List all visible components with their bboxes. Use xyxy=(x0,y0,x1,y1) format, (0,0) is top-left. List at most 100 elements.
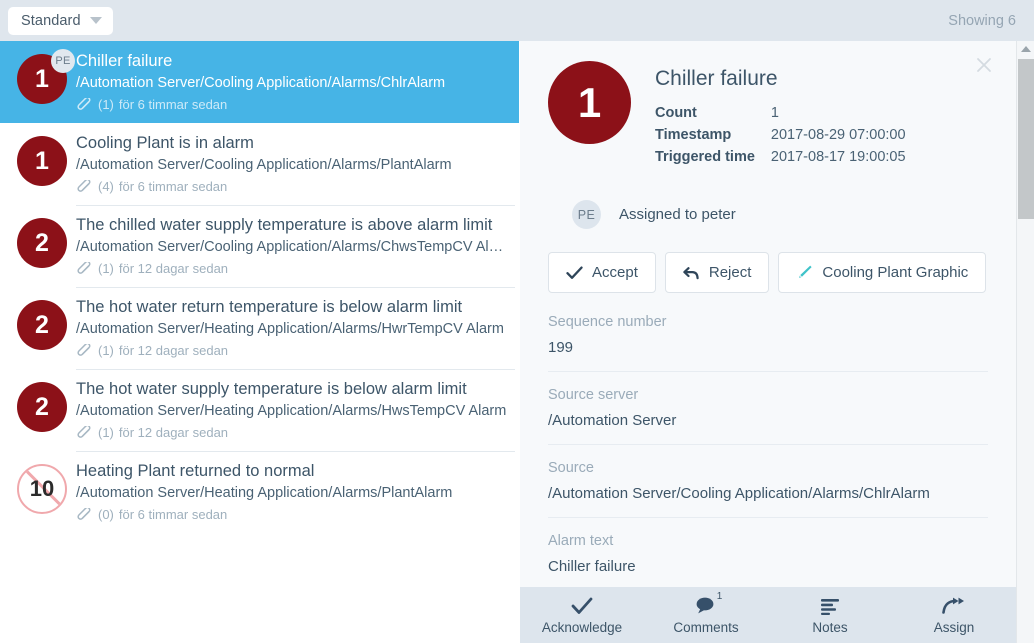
alarm-meta: (1) för 12 dagar sedan xyxy=(76,424,509,442)
comments-button[interactable]: 1 Comments xyxy=(644,587,768,643)
detail-header: 1 Chiller failure Count 1 Timestamp 2017-08… xyxy=(548,55,988,168)
assigned-to-row: PE Assigned to peter xyxy=(572,200,988,229)
scroll-up-arrow-icon[interactable] xyxy=(1021,46,1031,52)
detail-summary-row: Timestamp 2017-08-29 07:00:00 xyxy=(655,124,906,146)
alarm-count-badge: 10 xyxy=(17,464,67,514)
alarm-age: för 12 dagar sedan xyxy=(118,425,229,440)
detail-summary-key: Timestamp xyxy=(655,127,732,143)
paperclip-icon xyxy=(76,506,92,522)
alarm-path: /Automation Server/Heating Application/A… xyxy=(76,485,453,501)
check-icon xyxy=(566,265,583,280)
top-bar: Standard Showing 6 xyxy=(0,0,1034,41)
chevron-down-icon xyxy=(89,17,102,24)
alarm-item-body: Chiller failure/Automation Server/Coolin… xyxy=(76,49,509,114)
alarm-list-item[interactable]: 2 The hot water return temperature is bel… xyxy=(0,287,519,369)
alarm-count-value: 10 xyxy=(29,476,55,501)
detail-field-value: /Automation Server xyxy=(548,412,677,429)
detail-field-value: Chiller failure xyxy=(548,558,636,575)
detail-field-value: 199 xyxy=(548,339,574,356)
alarm-count-badge: 2 xyxy=(17,300,67,350)
paperclip-icon xyxy=(76,178,92,194)
alarm-title: Chiller failure xyxy=(76,52,173,70)
notes-lines-icon xyxy=(819,595,841,617)
acknowledge-button[interactable]: Acknowledge xyxy=(520,587,644,643)
alarm-badge-wrap: 1 PE xyxy=(8,49,76,104)
alarm-badge-wrap: 2 xyxy=(8,377,76,432)
assign-arrow-icon xyxy=(941,595,967,617)
pen-icon xyxy=(796,264,813,281)
alarm-path: /Automation Server/Cooling Application/A… xyxy=(76,239,509,255)
comments-count-badge: 1 xyxy=(712,588,727,604)
alarm-path: /Automation Server/Heating Application/A… xyxy=(76,403,507,419)
detail-field-label: Sequence number xyxy=(548,314,667,330)
alarm-path: /Automation Server/Heating Application/A… xyxy=(76,321,504,337)
alarm-badge-wrap: 2 xyxy=(8,295,76,350)
alarm-path: /Automation Server/Cooling Application/A… xyxy=(76,157,452,173)
paperclip-icon xyxy=(76,96,92,112)
alarm-title: Heating Plant returned to normal xyxy=(76,462,315,480)
alarm-count-badge: 2 xyxy=(17,218,67,268)
accept-button-label: Accept xyxy=(592,264,638,281)
reject-button[interactable]: Reject xyxy=(664,252,770,293)
alarm-list-item[interactable]: 10 Heating Plant returned to normal/Autom… xyxy=(0,451,519,533)
alarm-age: för 6 timmar sedan xyxy=(118,97,228,112)
alarm-list-item[interactable]: 2 The hot water supply temperature is bel… xyxy=(0,369,519,451)
alarm-title: The chilled water supply temperature is … xyxy=(76,216,493,234)
alarm-age: för 6 timmar sedan xyxy=(118,507,228,522)
comments-label: Comments xyxy=(673,619,739,635)
assign-button[interactable]: Assign xyxy=(892,587,1016,643)
notes-button[interactable]: Notes xyxy=(768,587,892,643)
alarm-badge-wrap: 1 xyxy=(8,131,76,186)
accept-button[interactable]: Accept xyxy=(548,252,656,293)
detail-field: Alarm text Chiller failure xyxy=(548,518,988,591)
comment-bubble-icon: 1 xyxy=(694,588,727,617)
vertical-scrollbar[interactable] xyxy=(1016,41,1034,643)
assignee-avatar: PE xyxy=(51,49,75,73)
alarm-badge-wrap: 2 xyxy=(8,213,76,268)
reply-arrow-icon xyxy=(683,266,700,280)
detail-field: Sequence number 199 xyxy=(548,293,988,372)
alarm-meta: (1) för 12 dagar sedan xyxy=(76,342,509,360)
acknowledge-label: Acknowledge xyxy=(541,619,623,635)
alarm-count-badge: 2 xyxy=(17,382,67,432)
scrollbar-thumb[interactable] xyxy=(1018,59,1034,219)
showing-count: Showing 6 xyxy=(948,12,1016,29)
alarm-list-item[interactable]: 1 Cooling Plant is in alarm/Automation Se… xyxy=(0,123,519,205)
alarm-list-item[interactable]: 2 The chilled water supply temperature is… xyxy=(0,205,519,287)
cooling-plant-graphic-button[interactable]: Cooling Plant Graphic xyxy=(778,252,987,293)
detail-summary-table: Count 1 Timestamp 2017-08-29 07:00:00 Trigge… xyxy=(655,102,906,168)
page-title: Chiller failure xyxy=(655,67,778,90)
alarm-item-body: The hot water supply temperature is belo… xyxy=(76,377,509,442)
detail-field-label: Source xyxy=(548,460,594,476)
alarm-title: The hot water return temperature is belo… xyxy=(76,298,463,316)
alarm-detail-scroll: 1 Chiller failure Count 1 Timestamp 2017-08… xyxy=(520,41,1016,643)
filter-dropdown[interactable]: Standard xyxy=(8,6,113,35)
attachment-count: (1) xyxy=(98,343,114,358)
detail-summary-key: Count xyxy=(655,105,697,121)
detail-summary-value: 2017-08-29 07:00:00 xyxy=(770,127,906,143)
detail-field-label: Source server xyxy=(548,387,639,403)
alarm-viewer-app: Standard Showing 6 1 PE Chiller failure/Au… xyxy=(0,0,1034,643)
avatar: PE xyxy=(572,200,601,229)
alarm-item-body: Heating Plant returned to normal/Automat… xyxy=(76,459,509,524)
detail-summary-value: 1 xyxy=(770,105,779,121)
attachment-count: (1) xyxy=(98,425,114,440)
alarm-list-item[interactable]: 1 PE Chiller failure/Automation Server/Coo… xyxy=(0,41,519,123)
alarm-detail-panel: 1 Chiller failure Count 1 Timestamp 2017-08… xyxy=(520,41,1016,643)
alarm-title: Cooling Plant is in alarm xyxy=(76,134,254,152)
alarm-list[interactable]: 1 PE Chiller failure/Automation Server/Coo… xyxy=(0,41,519,643)
close-icon[interactable] xyxy=(972,53,996,77)
paperclip-icon xyxy=(76,260,92,276)
detail-field: Source server/Automation Server xyxy=(548,372,988,445)
paperclip-icon xyxy=(76,424,92,440)
alarm-path: /Automation Server/Cooling Application/A… xyxy=(76,75,446,91)
alarm-age: för 6 timmar sedan xyxy=(118,179,228,194)
detail-action-buttons: Accept Reject Cooling Plant Graphic xyxy=(548,252,988,293)
detail-summary-value: 2017-08-17 19:00:05 xyxy=(770,149,906,165)
alarm-title: The hot water supply temperature is belo… xyxy=(76,380,467,398)
reject-button-label: Reject xyxy=(708,264,752,281)
attachment-count: (0) xyxy=(98,507,114,522)
assign-label: Assign xyxy=(933,619,975,635)
filter-dropdown-label: Standard xyxy=(21,12,81,29)
detail-header-info: Chiller failure Count 1 Timestamp 2017-08-2… xyxy=(655,61,906,168)
